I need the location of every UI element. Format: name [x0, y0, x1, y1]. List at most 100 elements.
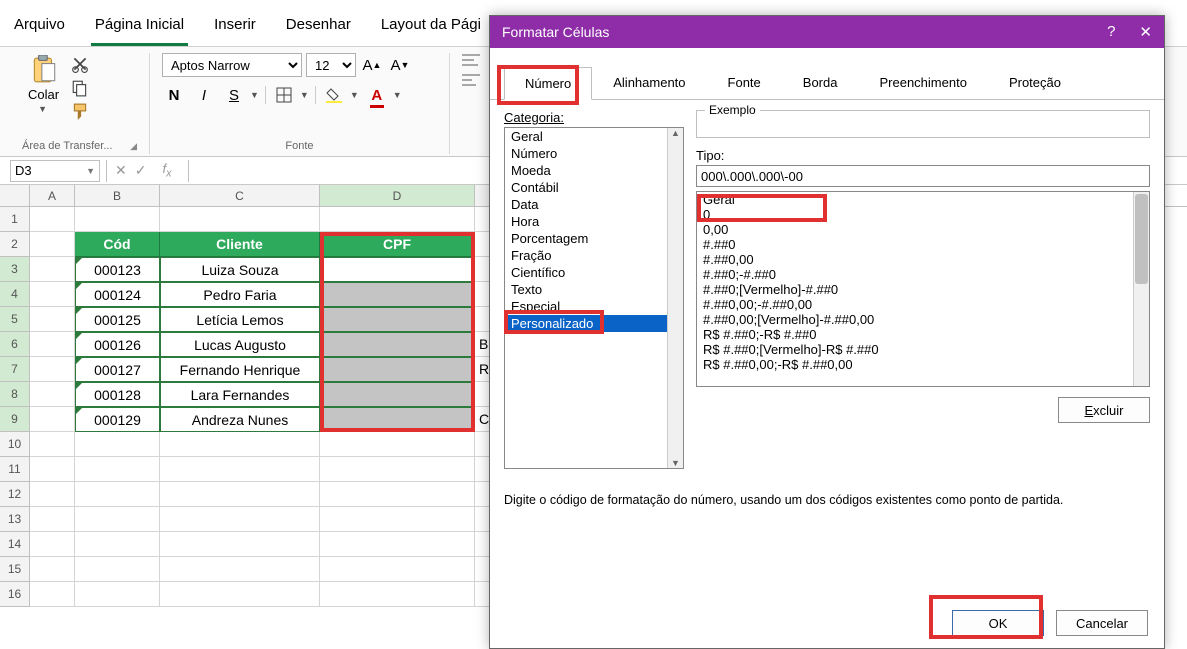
format-item[interactable]: 0: [697, 207, 1149, 222]
increase-font-icon[interactable]: A▲: [360, 53, 384, 77]
category-item[interactable]: Contábil: [505, 179, 683, 196]
table-cell[interactable]: Pedro Faria: [160, 282, 320, 307]
format-item[interactable]: R$ #.##0,00;-R$ #.##0,00: [697, 357, 1149, 372]
cell[interactable]: [30, 357, 75, 382]
row-header[interactable]: 9: [0, 407, 30, 432]
borders-button[interactable]: [272, 83, 296, 107]
table-header[interactable]: CPF: [320, 232, 475, 257]
cancel-formula-icon[interactable]: ✕: [115, 162, 127, 179]
cell[interactable]: [320, 532, 475, 557]
cell[interactable]: [160, 507, 320, 532]
table-cell[interactable]: 000125: [75, 307, 160, 332]
format-item[interactable]: #.##0,00: [697, 252, 1149, 267]
cancel-button[interactable]: Cancelar: [1056, 610, 1148, 636]
row-header[interactable]: 1: [0, 207, 30, 232]
dialog-tab-número[interactable]: Número: [504, 67, 592, 100]
paste-button[interactable]: Colar ▼: [22, 53, 65, 116]
table-cell[interactable]: Fernando Henrique: [160, 357, 320, 382]
table-cell[interactable]: Andreza Nunes: [160, 407, 320, 432]
cell[interactable]: [160, 207, 320, 232]
category-item[interactable]: Porcentagem: [505, 230, 683, 247]
scrollbar[interactable]: ▲▼: [667, 128, 683, 468]
format-item[interactable]: R$ #.##0;-R$ #.##0: [697, 327, 1149, 342]
table-cell[interactable]: [320, 357, 475, 382]
row-header[interactable]: 13: [0, 507, 30, 532]
table-cell[interactable]: 000126: [75, 332, 160, 357]
cell[interactable]: [75, 457, 160, 482]
table-cell[interactable]: [320, 382, 475, 407]
row-header[interactable]: 3: [0, 257, 30, 282]
italic-button[interactable]: I: [192, 83, 216, 107]
cut-icon[interactable]: [71, 55, 89, 73]
table-cell[interactable]: 000127: [75, 357, 160, 382]
cell[interactable]: [75, 482, 160, 507]
ribbon-tab-inserir[interactable]: Inserir: [210, 10, 260, 46]
cell[interactable]: [30, 582, 75, 607]
cell[interactable]: [30, 557, 75, 582]
cell[interactable]: [320, 432, 475, 457]
table-header[interactable]: Cliente: [160, 232, 320, 257]
dialog-tab-borda[interactable]: Borda: [782, 66, 859, 99]
ribbon-tab-layout-da-pági[interactable]: Layout da Pági: [377, 10, 485, 46]
category-listbox[interactable]: GeralNúmeroMoedaContábilDataHoraPorcenta…: [504, 127, 684, 469]
cell[interactable]: [160, 582, 320, 607]
category-item[interactable]: Data: [505, 196, 683, 213]
category-item[interactable]: Hora: [505, 213, 683, 230]
cell[interactable]: [75, 557, 160, 582]
category-item[interactable]: Geral: [505, 128, 683, 145]
font-color-button[interactable]: A: [365, 83, 389, 107]
ok-button[interactable]: OK: [952, 610, 1044, 636]
cell[interactable]: [30, 282, 75, 307]
align-left-icon[interactable]: [462, 53, 480, 67]
type-input[interactable]: [696, 165, 1150, 187]
cell[interactable]: [320, 507, 475, 532]
bold-button[interactable]: N: [162, 83, 186, 107]
category-item[interactable]: Fração: [505, 247, 683, 264]
row-header[interactable]: 15: [0, 557, 30, 582]
cell[interactable]: [75, 507, 160, 532]
table-cell[interactable]: 000128: [75, 382, 160, 407]
table-cell[interactable]: Lara Fernandes: [160, 382, 320, 407]
table-cell[interactable]: [320, 282, 475, 307]
category-item[interactable]: Número: [505, 145, 683, 162]
table-cell[interactable]: 000124: [75, 282, 160, 307]
format-listbox[interactable]: Geral00,00#.##0#.##0,00#.##0;-#.##0#.##0…: [696, 191, 1150, 387]
cell[interactable]: [30, 307, 75, 332]
select-all-corner[interactable]: [0, 185, 30, 207]
table-cell[interactable]: [320, 407, 475, 432]
table-cell[interactable]: Luiza Souza: [160, 257, 320, 282]
name-box[interactable]: D3▼: [10, 160, 100, 182]
table-cell[interactable]: Letícia Lemos: [160, 307, 320, 332]
dialog-tab-alinhamento[interactable]: Alinhamento: [592, 66, 706, 99]
cell[interactable]: [320, 582, 475, 607]
ribbon-tab-página-inicial[interactable]: Página Inicial: [91, 10, 188, 46]
cell[interactable]: [30, 382, 75, 407]
cell[interactable]: [30, 507, 75, 532]
cell[interactable]: [160, 432, 320, 457]
category-item[interactable]: Texto: [505, 281, 683, 298]
format-item[interactable]: #.##0: [697, 237, 1149, 252]
cell[interactable]: [30, 482, 75, 507]
table-cell[interactable]: 000123: [75, 257, 160, 282]
row-header[interactable]: 11: [0, 457, 30, 482]
help-icon[interactable]: ?: [1107, 23, 1115, 41]
category-item[interactable]: Científico: [505, 264, 683, 281]
cell[interactable]: [160, 557, 320, 582]
ribbon-tab-arquivo[interactable]: Arquivo: [10, 10, 69, 46]
cell[interactable]: [30, 257, 75, 282]
cell[interactable]: [30, 407, 75, 432]
ribbon-tab-desenhar[interactable]: Desenhar: [282, 10, 355, 46]
table-cell[interactable]: [320, 257, 475, 282]
table-cell[interactable]: [320, 307, 475, 332]
format-item[interactable]: R$ #.##0;[Vermelho]-R$ #.##0: [697, 342, 1149, 357]
table-header[interactable]: Cód: [75, 232, 160, 257]
format-painter-icon[interactable]: [71, 103, 89, 121]
cell[interactable]: [30, 457, 75, 482]
font-size-select[interactable]: 12: [306, 53, 356, 77]
cell[interactable]: [75, 432, 160, 457]
row-header[interactable]: 14: [0, 532, 30, 557]
cell[interactable]: [30, 432, 75, 457]
format-item[interactable]: #.##0,00;-#.##0,00: [697, 297, 1149, 312]
category-item[interactable]: Especial: [505, 298, 683, 315]
underline-button[interactable]: S: [222, 83, 246, 107]
